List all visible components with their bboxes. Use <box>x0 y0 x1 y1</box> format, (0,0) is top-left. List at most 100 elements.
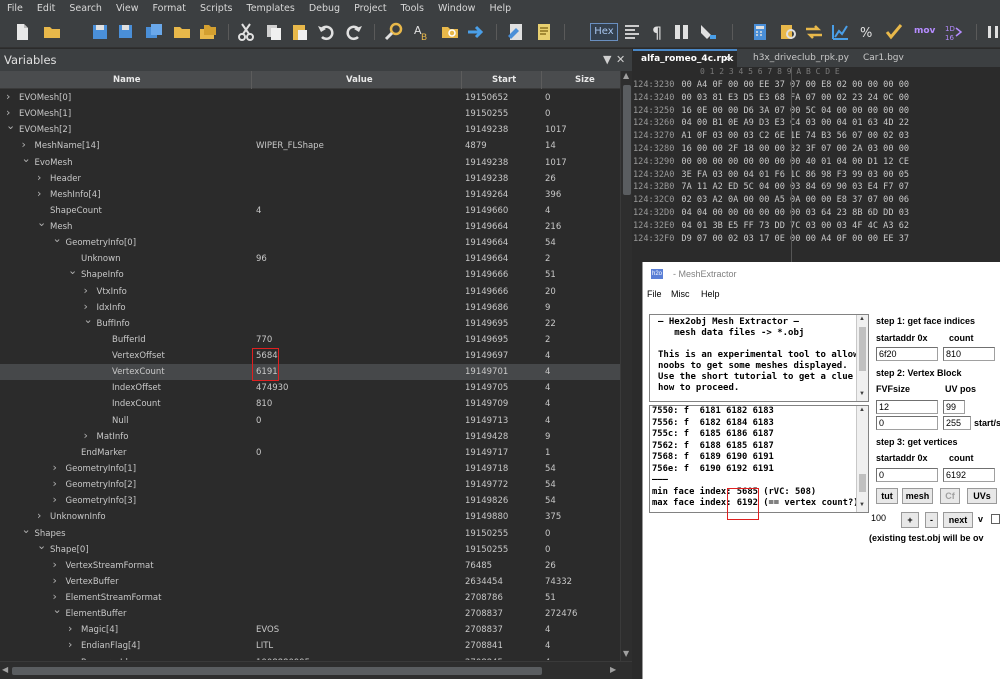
uvs-button[interactable]: UVs <box>967 488 997 504</box>
chevron-right-icon[interactable]: › <box>84 428 88 444</box>
hex-bytes[interactable]: 00 03 81 E3 D5 E3 68 FA 07 00 02 23 24 0… <box>681 93 909 103</box>
plus-button[interactable]: + <box>901 512 919 528</box>
menu-view[interactable]: View <box>109 3 146 14</box>
hex-bytes[interactable]: 00 A4 0F 00 00 EE 37 07 00 E8 02 00 00 0… <box>681 80 909 90</box>
cf-button[interactable]: Cf <box>940 488 960 504</box>
menu-search[interactable]: Search <box>62 3 109 14</box>
redo-icon[interactable] <box>344 22 364 42</box>
chevron-down-icon[interactable]: ⌄ <box>53 602 62 618</box>
scroll-left-arrow-icon[interactable]: ◀ <box>2 665 8 674</box>
step1-startaddr-input[interactable]: 6f20 <box>876 347 938 361</box>
tree-row[interactable]: › VertexBuffer 2634454 74332 <box>0 574 620 590</box>
scroll-right-arrow-icon[interactable]: ▶ <box>610 665 616 674</box>
menu-tools[interactable]: Tools <box>394 3 431 14</box>
hex-row[interactable]: 124:3270 A1 0F 03 00 03 C2 6E 1E 74 B3 56… <box>633 131 909 144</box>
new-file-icon[interactable] <box>12 22 32 42</box>
tree-row[interactable]: › Magic[4] EVOS 2708837 4 <box>0 622 620 638</box>
chevron-right-icon[interactable]: › <box>53 460 57 476</box>
scrollbar-thumb[interactable] <box>859 327 866 371</box>
panel-dropdown-icon[interactable]: ▼ <box>603 49 611 71</box>
hex-row[interactable]: 124:3290 00 00 00 00 00 00 00 00 40 01 04… <box>633 157 909 170</box>
tree-row[interactable]: › IdxInfo 19149686 9 <box>0 300 620 316</box>
hex-bytes[interactable]: 00 00 00 00 00 00 00 00 40 01 04 00 D1 1… <box>681 157 909 167</box>
chevron-down-icon[interactable]: ⌄ <box>22 522 31 538</box>
tree-row[interactable]: ⌄ GeometryInfo[0] 19149664 54 <box>0 232 620 251</box>
goto-arrow-icon[interactable] <box>466 22 486 42</box>
tab-close-icon[interactable]: ✕ <box>723 51 730 67</box>
chevron-down-icon[interactable]: ⌄ <box>37 215 46 231</box>
open-folder-icon[interactable] <box>42 22 62 42</box>
column-divider[interactable] <box>541 71 542 89</box>
tree-row[interactable]: ⌄ ShapeInfo 19149666 51 <box>0 264 620 283</box>
scroll-down-arrow-icon[interactable]: ▼ <box>859 391 865 397</box>
tree-row[interactable]: › VtxInfo 19149666 20 <box>0 284 620 300</box>
find-icon[interactable] <box>384 22 404 42</box>
scroll-up-arrow-icon[interactable]: ▲ <box>859 316 865 322</box>
hex-row[interactable]: 124:3230 00 A4 0F 00 00 EE 37 07 00 E8 02… <box>633 80 909 93</box>
copy-icon[interactable] <box>264 22 284 42</box>
scroll-down-arrow-icon[interactable]: ▼ <box>859 502 865 508</box>
chevron-down-icon[interactable]: ⌄ <box>37 538 46 554</box>
replace-icon[interactable]: AB <box>412 22 432 42</box>
tree-row[interactable]: ⌄ EvoMesh 19149238 1017 <box>0 152 620 171</box>
script-icon[interactable] <box>534 22 554 42</box>
tree-row[interactable]: ResourceId 1008880995 2708845 4 <box>0 655 620 660</box>
chevron-down-icon[interactable]: ⌄ <box>53 231 62 247</box>
cut-icon[interactable] <box>236 22 256 42</box>
save-as-icon[interactable] <box>116 22 136 42</box>
mesh-menu-misc[interactable]: Misc <box>671 289 690 299</box>
hex-row[interactable]: 124:32D0 04 04 00 00 00 00 00 00 03 64 23… <box>633 208 909 221</box>
column-size[interactable]: Size <box>575 71 595 89</box>
mesh-menu-help[interactable]: Help <box>701 289 720 299</box>
base-convert-icon[interactable]: 1D16 <box>944 22 964 42</box>
fvfsize-input[interactable]: 12 <box>876 400 938 414</box>
menu-format[interactable]: Format <box>146 3 193 14</box>
checksum-icon[interactable] <box>884 22 904 42</box>
checkbox[interactable] <box>991 514 1000 524</box>
column-start[interactable]: Start <box>492 71 516 89</box>
tree-row[interactable]: ⌄ Shape[0] 19150255 0 <box>0 539 620 558</box>
column-name[interactable]: Name <box>113 71 140 89</box>
hex-mode-button[interactable]: Hex <box>590 23 618 41</box>
tree-row[interactable]: VertexOffset 5684 19149697 4 <box>0 348 620 364</box>
vertex-param-input[interactable]: 0 <box>876 416 938 430</box>
mesh-button[interactable]: mesh <box>902 488 933 504</box>
hex-bytes[interactable]: 04 04 00 00 00 00 00 00 03 64 23 8B 6D D… <box>681 208 909 218</box>
chevron-down-icon[interactable]: ⌄ <box>84 312 93 328</box>
chevron-right-icon[interactable]: › <box>68 637 72 653</box>
menu-window[interactable]: Window <box>431 3 482 14</box>
pilcrow-icon[interactable]: ¶ <box>648 22 668 42</box>
compare-icon[interactable] <box>804 22 824 42</box>
step3-count-input[interactable]: 6192 <box>943 468 995 482</box>
hex-row[interactable]: 124:3240 00 03 81 E3 D5 E3 68 FA 07 00 02… <box>633 93 909 106</box>
panel-close-icon[interactable]: ✕ <box>616 49 625 71</box>
chevron-right-icon[interactable]: › <box>6 90 10 105</box>
folders-icon[interactable] <box>198 22 218 42</box>
tree-row[interactable]: › Header 19149238 26 <box>0 171 620 187</box>
columns-icon[interactable] <box>672 22 692 42</box>
tree-row[interactable]: IndexOffset 474930 19149705 4 <box>0 380 620 396</box>
percent-icon[interactable]: % <box>858 22 878 42</box>
column-divider[interactable] <box>251 71 252 89</box>
tree-row[interactable]: › GeometryInfo[2] 19149772 54 <box>0 477 620 493</box>
hex-bytes[interactable]: 04 01 3B E5 FF 73 DD 7C 03 00 03 4F 4C A… <box>681 221 909 231</box>
histogram-icon[interactable] <box>830 22 850 42</box>
mov-label[interactable]: mov <box>914 26 935 36</box>
tree-row[interactable]: › EndianFlag[4] LITL 2708841 4 <box>0 638 620 654</box>
output-scrollbar[interactable]: ▲ ▼ <box>856 406 868 512</box>
chevron-down-icon[interactable]: ⌄ <box>68 263 77 279</box>
hex-row[interactable]: 124:32A0 3E FA 03 00 04 01 F6 1C 86 98 F3… <box>633 170 909 183</box>
highlight-icon[interactable] <box>698 22 718 42</box>
hex-bytes[interactable]: 04 00 B1 0E A9 D3 E3 C4 03 00 04 01 63 4… <box>681 118 909 128</box>
tut-button[interactable]: tut <box>876 488 898 504</box>
tab-alfa-romeo[interactable]: alfa_romeo_4c.rpk ✕ <box>633 49 737 67</box>
hex-editor-view[interactable]: 0 1 2 3 4 5 6 7 8 9 A B C D E 124:3230 00… <box>633 67 1000 262</box>
menu-help[interactable]: Help <box>482 3 518 14</box>
chevron-right-icon[interactable]: › <box>53 557 57 573</box>
menu-scripts[interactable]: Scripts <box>193 3 240 14</box>
chevron-right-icon[interactable]: › <box>53 492 57 508</box>
output-text-box[interactable]: 7550: f 6181 6182 6183 7556: f 6182 6184 … <box>649 405 869 513</box>
chevron-down-icon[interactable]: ⌄ <box>6 118 15 134</box>
column-value[interactable]: Value <box>346 71 373 89</box>
hex-row[interactable]: 124:32E0 04 01 3B E5 FF 73 DD 7C 03 00 03… <box>633 221 909 234</box>
